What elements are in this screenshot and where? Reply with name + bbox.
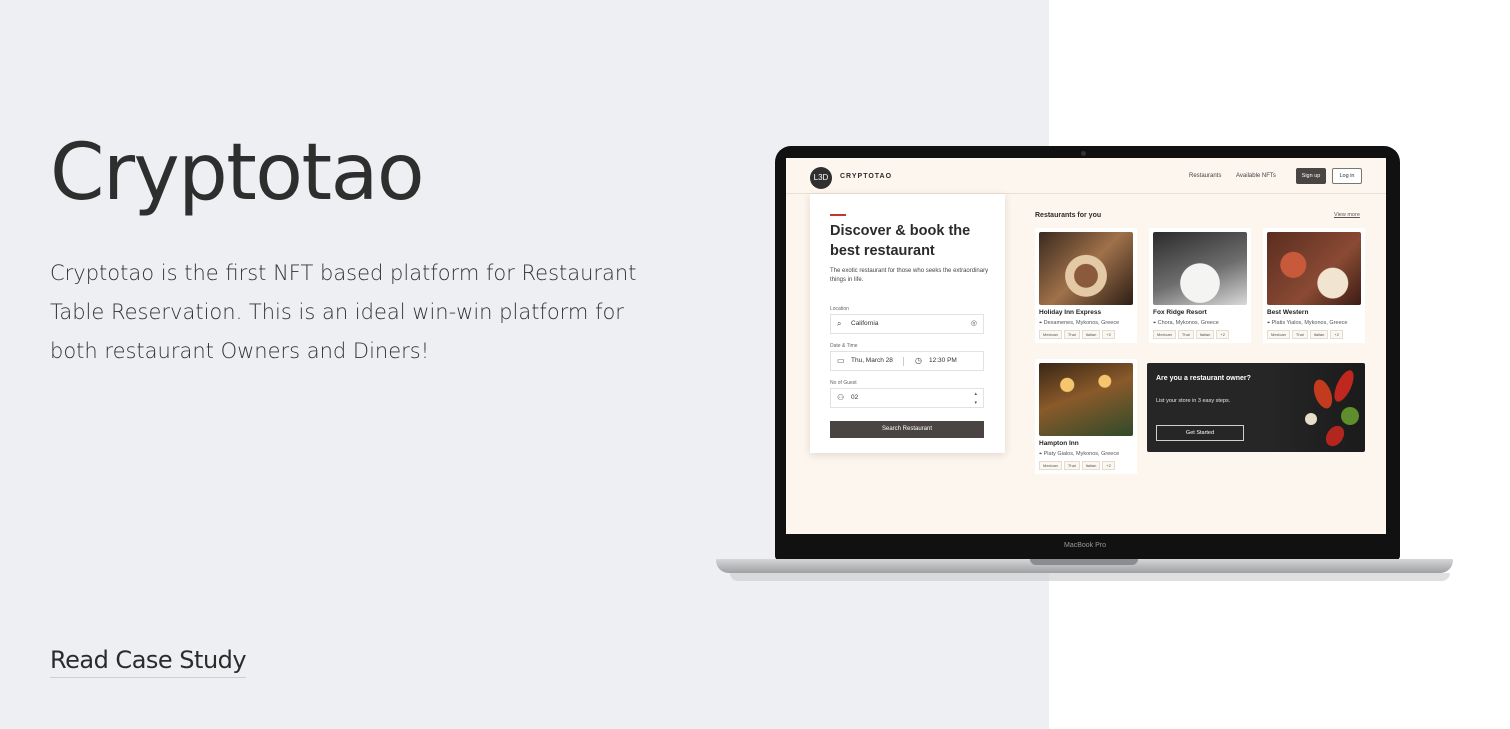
- search-icon: ⌕: [837, 319, 842, 328]
- cuisine-tag: +2: [1102, 330, 1115, 339]
- tomato-image: [1322, 422, 1348, 450]
- app-navbar: L3D Cryptotao Restaurants Available NFTs…: [786, 158, 1386, 194]
- cuisine-tags: Mexican Thai Italian +2: [1039, 461, 1115, 470]
- cuisine-tags: Mexican Thai Italian +2: [1039, 330, 1115, 339]
- restaurant-location: ⌖ Dexamenes, Mykonos, Greece: [1039, 320, 1119, 327]
- cuisine-tag: Italian: [1081, 330, 1101, 339]
- project-description: Cryptotao is the first NFT based platfor…: [50, 261, 637, 363]
- view-more-link[interactable]: View more: [1334, 212, 1360, 218]
- cuisine-tags: Mexican Thai Italian +2: [1267, 330, 1343, 339]
- accent-line: [830, 214, 846, 216]
- nav-restaurants[interactable]: Restaurants: [1189, 173, 1221, 179]
- search-restaurant-button[interactable]: Search Restaurant: [830, 421, 984, 438]
- restaurant-name: Hampton Inn: [1039, 440, 1079, 447]
- cuisine-tag: Mexican: [1267, 330, 1290, 339]
- login-button[interactable]: Log in: [1332, 168, 1362, 184]
- restaurant-image: [1153, 232, 1247, 305]
- nav-available-nfts[interactable]: Available NFTs: [1236, 173, 1276, 179]
- cuisine-tag: Italian: [1081, 461, 1101, 470]
- search-heading: Discover & book the best restaurant: [830, 223, 971, 259]
- cuisine-tag: Italian: [1195, 330, 1215, 339]
- restaurant-location: ⌖ Platy Gialos, Mykonos, Greece: [1039, 451, 1119, 458]
- search-subtext: The exotic restaurant for those who seek…: [830, 268, 989, 283]
- cuisine-tags: Mexican Thai Italian +2: [1153, 330, 1229, 339]
- restaurant-card[interactable]: Best Western ⌖ Platis Yialos, Mykonos, G…: [1263, 228, 1365, 343]
- cuisine-tag: Mexican: [1039, 330, 1062, 339]
- section-title: Restaurants for you: [1035, 212, 1102, 219]
- restaurant-image: [1267, 232, 1361, 305]
- location-field[interactable]: ⌕ California ◎: [830, 314, 984, 334]
- restaurant-location-text: Dexamenes, Mykonos, Greece: [1043, 320, 1120, 326]
- laptop-shadow: [730, 573, 1450, 581]
- laptop-notch: [1030, 559, 1138, 565]
- owner-title: Are you a restaurant owner?: [1156, 375, 1251, 382]
- cuisine-tag: +2: [1330, 330, 1343, 339]
- restaurant-card[interactable]: Hampton Inn ⌖ Platy Gialos, Mykonos, Gre…: [1035, 359, 1137, 474]
- restaurant-location-text: Chora, Mykonos, Greece: [1157, 320, 1219, 326]
- guest-label: No of Guest: [830, 380, 857, 386]
- restaurant-image: [1039, 232, 1133, 305]
- clock-icon: ◷: [915, 356, 922, 365]
- datetime-label: Date & Time: [830, 343, 858, 349]
- guests-icon: ⚇: [837, 393, 845, 402]
- logo-icon[interactable]: L3D: [810, 167, 832, 189]
- pepper-image: [1310, 377, 1336, 411]
- herb-image: [1341, 407, 1359, 425]
- guest-value: 02: [851, 394, 859, 401]
- datetime-field[interactable]: ▭ Thu, March 28 ◷ 12:30 PM: [830, 351, 984, 371]
- stepper-arrows-icon[interactable]: ▴ ▾: [974, 390, 977, 408]
- time-value: 12:30 PM: [929, 357, 957, 364]
- project-title: Cryptotao: [50, 128, 425, 218]
- cuisine-tag: Thai: [1063, 330, 1080, 339]
- restaurant-location: ⌖ Chora, Mykonos, Greece: [1153, 320, 1219, 327]
- guest-stepper[interactable]: ⚇ 02 ▴ ▾: [830, 388, 984, 408]
- restaurant-card[interactable]: Fox Ridge Resort ⌖ Chora, Mykonos, Greec…: [1149, 228, 1251, 343]
- cuisine-tag: Thai: [1177, 330, 1194, 339]
- cuisine-tag: Mexican: [1039, 461, 1062, 470]
- cuisine-tag: +2: [1102, 461, 1115, 470]
- restaurant-card[interactable]: Holiday Inn Express ⌖ Dexamenes, Mykonos…: [1035, 228, 1137, 343]
- garlic-image: [1305, 413, 1317, 425]
- restaurant-location-text: Platis Yialos, Mykonos, Greece: [1271, 320, 1348, 326]
- brand-name[interactable]: Cryptotao: [840, 173, 892, 180]
- search-card: Discover & book the best restaurant The …: [810, 194, 1005, 453]
- restaurant-name: Holiday Inn Express: [1039, 309, 1102, 316]
- restaurant-location-text: Platy Gialos, Mykonos, Greece: [1043, 451, 1120, 457]
- camera-dot: [1081, 151, 1086, 156]
- owner-subtext: List your store in 3 easy steps.: [1156, 398, 1231, 404]
- chili-image: [1330, 367, 1358, 405]
- location-label: Location: [830, 306, 849, 312]
- cuisine-tag: Thai: [1291, 330, 1308, 339]
- signup-button[interactable]: Sign up: [1296, 168, 1326, 184]
- locate-icon[interactable]: ◎: [971, 315, 977, 333]
- cuisine-tag: +2: [1216, 330, 1229, 339]
- restaurant-name: Best Western: [1267, 309, 1309, 316]
- cuisine-tag: Italian: [1309, 330, 1329, 339]
- cuisine-tag: Thai: [1063, 461, 1080, 470]
- restaurant-location: ⌖ Platis Yialos, Mykonos, Greece: [1267, 320, 1347, 327]
- read-case-study-link[interactable]: Read Case Study: [50, 646, 247, 678]
- date-value: Thu, March 28: [851, 357, 893, 364]
- cuisine-tag: Mexican: [1153, 330, 1176, 339]
- restaurant-name: Fox Ridge Resort: [1153, 309, 1207, 316]
- owner-promo-card: Are you a restaurant owner? List your st…: [1147, 363, 1365, 452]
- get-started-button[interactable]: Get Started: [1156, 425, 1244, 441]
- calendar-icon: ▭: [837, 356, 845, 365]
- restaurant-image: [1039, 363, 1133, 436]
- field-divider: [903, 357, 904, 366]
- device-label: MacBook Pro: [1063, 542, 1107, 549]
- laptop-screen: L3D Cryptotao Restaurants Available NFTs…: [786, 158, 1386, 534]
- location-value: California: [851, 320, 879, 327]
